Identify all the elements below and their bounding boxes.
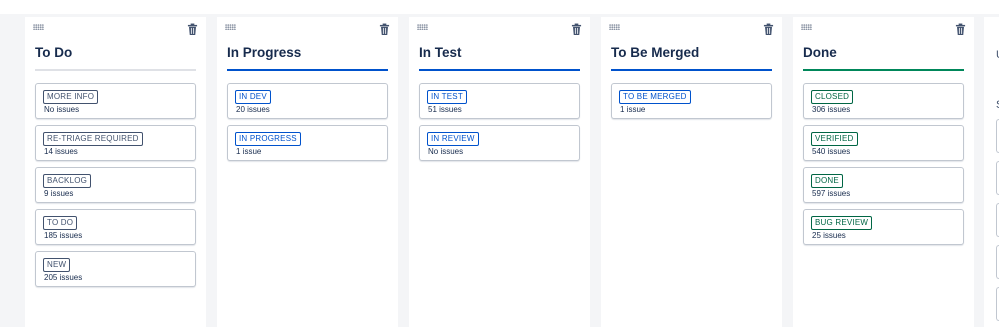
status-lozenge: IN DEV — [235, 90, 271, 104]
status-lozenge: NEW — [43, 258, 71, 272]
column-status-bar — [611, 69, 772, 71]
status-card[interactable]: CLOSED 306 issues — [803, 83, 964, 119]
status-card[interactable]: VERIFIED 540 issues — [803, 125, 964, 161]
status-card[interactable]: IN REVIEW No issues — [419, 125, 580, 161]
status-card[interactable]: IN DEV 20 issues — [227, 83, 388, 119]
drag-handle-icon[interactable] — [225, 24, 236, 30]
status-lozenge: IN TEST — [427, 90, 467, 104]
issue-count: 597 issues — [812, 189, 851, 198]
status-list: TO BE MERGED 1 issue — [611, 83, 772, 125]
status-list: CLOSED 306 issues VERIFIED 540 issues DONE 59… — [803, 83, 964, 251]
column-title: To Be Merged — [611, 45, 700, 60]
status-list: MORE INFO No issues RE-TRIAGE REQUIRED 14 i… — [35, 83, 196, 293]
trash-icon[interactable] — [955, 23, 966, 36]
column-status-bar — [419, 69, 580, 71]
board-column[interactable]: In Test IN TEST 51 issues IN REVIEW No issue… — [409, 17, 590, 327]
status-lozenge: IN PROGRESS — [235, 132, 301, 146]
status-card[interactable]: BUG REVIEW 25 issues — [803, 209, 964, 245]
drag-handle-icon[interactable] — [801, 24, 812, 30]
status-lozenge: BACKLOG — [43, 174, 92, 188]
issue-count: 9 issues — [44, 189, 74, 198]
trash-icon[interactable] — [187, 23, 198, 36]
status-lozenge: DONE — [811, 174, 843, 188]
issue-count: 14 issues — [44, 147, 78, 156]
trash-icon[interactable] — [571, 23, 582, 36]
status-lozenge: MORE INFO — [43, 90, 99, 104]
status-card[interactable]: DONE 597 issues — [803, 167, 964, 203]
status-card[interactable]: IN PROGRESS 1 issue — [227, 125, 388, 161]
column-title: Done — [803, 45, 837, 60]
issue-count: 1 issue — [620, 105, 646, 114]
status-lozenge: CLOSED — [811, 90, 854, 104]
column-status-bar — [227, 69, 388, 71]
issue-count: No issues — [428, 147, 464, 156]
column-status-bar — [35, 69, 196, 71]
trash-icon[interactable] — [379, 23, 390, 36]
drag-handle-icon[interactable] — [33, 24, 44, 30]
status-lozenge: IN REVIEW — [427, 132, 479, 146]
issue-count: 1 issue — [236, 147, 262, 156]
status-card[interactable]: NEW 205 issues — [35, 251, 196, 287]
status-lozenge: TO DO — [43, 216, 78, 230]
status-card[interactable]: MORE INFO No issues — [35, 83, 196, 119]
issue-count: 25 issues — [812, 231, 846, 240]
column-status-bar — [803, 69, 964, 71]
issue-count: 540 issues — [812, 147, 851, 156]
workflow-board: To Do MORE INFO No issues RE-TRIAGE REQUIRE… — [0, 0, 999, 327]
board-column[interactable]: Done CLOSED 306 issues VERIFIED 540 issues DO… — [793, 17, 974, 327]
status-card[interactable]: BACKLOG 9 issues — [35, 167, 196, 203]
status-list: IN DEV 20 issues IN PROGRESS 1 issue — [227, 83, 388, 167]
status-lozenge: TO BE MERGED — [619, 90, 691, 104]
status-card[interactable]: RE-TRIAGE REQUIRED 14 issues — [35, 125, 196, 161]
top-strip — [0, 0, 999, 14]
status-lozenge: RE-TRIAGE REQUIRED — [43, 132, 143, 146]
board-column[interactable]: In Progress IN DEV 20 issues IN PROGRESS 1 i… — [217, 17, 398, 327]
issue-count: 306 issues — [812, 105, 851, 114]
issue-count: 185 issues — [44, 231, 83, 240]
issue-count: 51 issues — [428, 105, 462, 114]
column-title: To Do — [35, 45, 73, 60]
column-title: In Test — [419, 45, 462, 60]
column-title: In Progress — [227, 45, 302, 60]
status-lozenge: VERIFIED — [811, 132, 858, 146]
issue-count: 20 issues — [236, 105, 270, 114]
board-column[interactable]: To Be Merged TO BE MERGED 1 issue — [601, 17, 782, 327]
issue-count: No issues — [44, 105, 80, 114]
status-list: IN TEST 51 issues IN REVIEW No issues — [419, 83, 580, 167]
status-card[interactable]: IN TEST 51 issues — [419, 83, 580, 119]
unmapped-statuses-panel: U S — [984, 17, 999, 327]
issue-count: 205 issues — [44, 273, 83, 282]
status-card[interactable]: TO DO 185 issues — [35, 209, 196, 245]
drag-handle-icon[interactable] — [417, 24, 428, 30]
status-lozenge: BUG REVIEW — [811, 216, 873, 230]
board-column[interactable]: To Do MORE INFO No issues RE-TRIAGE REQUIRE… — [25, 17, 206, 327]
trash-icon[interactable] — [763, 23, 774, 36]
status-card[interactable]: TO BE MERGED 1 issue — [611, 83, 772, 119]
drag-handle-icon[interactable] — [609, 24, 620, 30]
